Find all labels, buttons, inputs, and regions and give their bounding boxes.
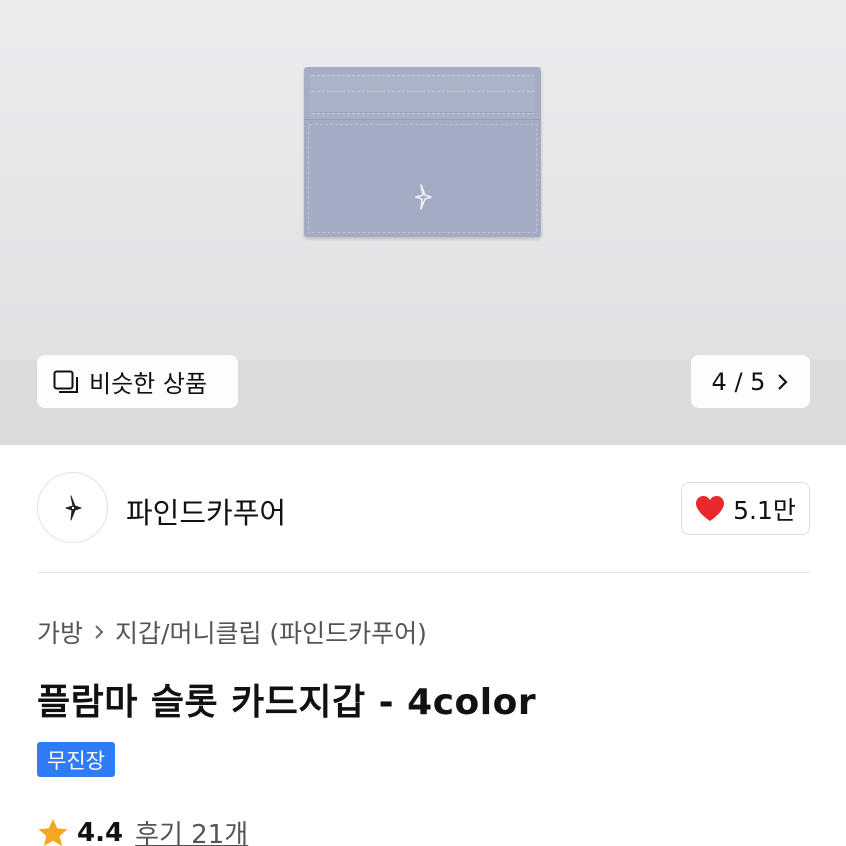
store-badge: 무진장 [37,742,115,777]
heart-icon [696,496,725,521]
star-icon [38,818,68,846]
brand-name-link[interactable]: 파인드카푸어 [126,490,286,532]
similar-products-button[interactable]: 비슷한 상품 [37,355,238,408]
wallet-logo-icon [415,184,432,210]
similar-products-icon [53,370,78,393]
chevron-right-icon [95,625,104,639]
findkapoor-logo-icon [65,495,81,520]
brand-logo-avatar[interactable] [37,472,108,543]
breadcrumb: 가방 지갑/머니클립 (파인드카푸어) [37,614,427,650]
rating-row: 4.4 후기 21개 [37,814,248,846]
product-image-carousel[interactable]: 비슷한 상품 4 / 5 [0,0,846,445]
breadcrumb-subcategory[interactable]: 지갑/머니클립 (파인드카푸어) [115,614,427,650]
product-title: 플람마 슬롯 카드지갑 - 4color [37,682,537,723]
reviews-link[interactable]: 후기 21개 [135,814,248,846]
rating-value: 4.4 [77,817,124,846]
image-counter-button[interactable]: 4 / 5 [691,355,810,408]
similar-products-label: 비슷한 상품 [89,370,208,398]
wallet-body [304,119,541,237]
wallet-stitch [308,124,537,233]
image-counter: 4 / 5 [711,367,766,396]
divider [37,572,810,573]
like-button[interactable]: 5.1만 [681,482,810,535]
card-wallet-product-image [304,67,541,237]
chevron-right-icon [778,373,788,390]
like-count: 5.1만 [733,495,796,525]
breadcrumb-category[interactable]: 가방 [37,614,83,650]
product-page: 비슷한 상품 4 / 5 파인드카푸어 5.1만 가방 지갑/머니클립 (파인드… [0,0,846,846]
